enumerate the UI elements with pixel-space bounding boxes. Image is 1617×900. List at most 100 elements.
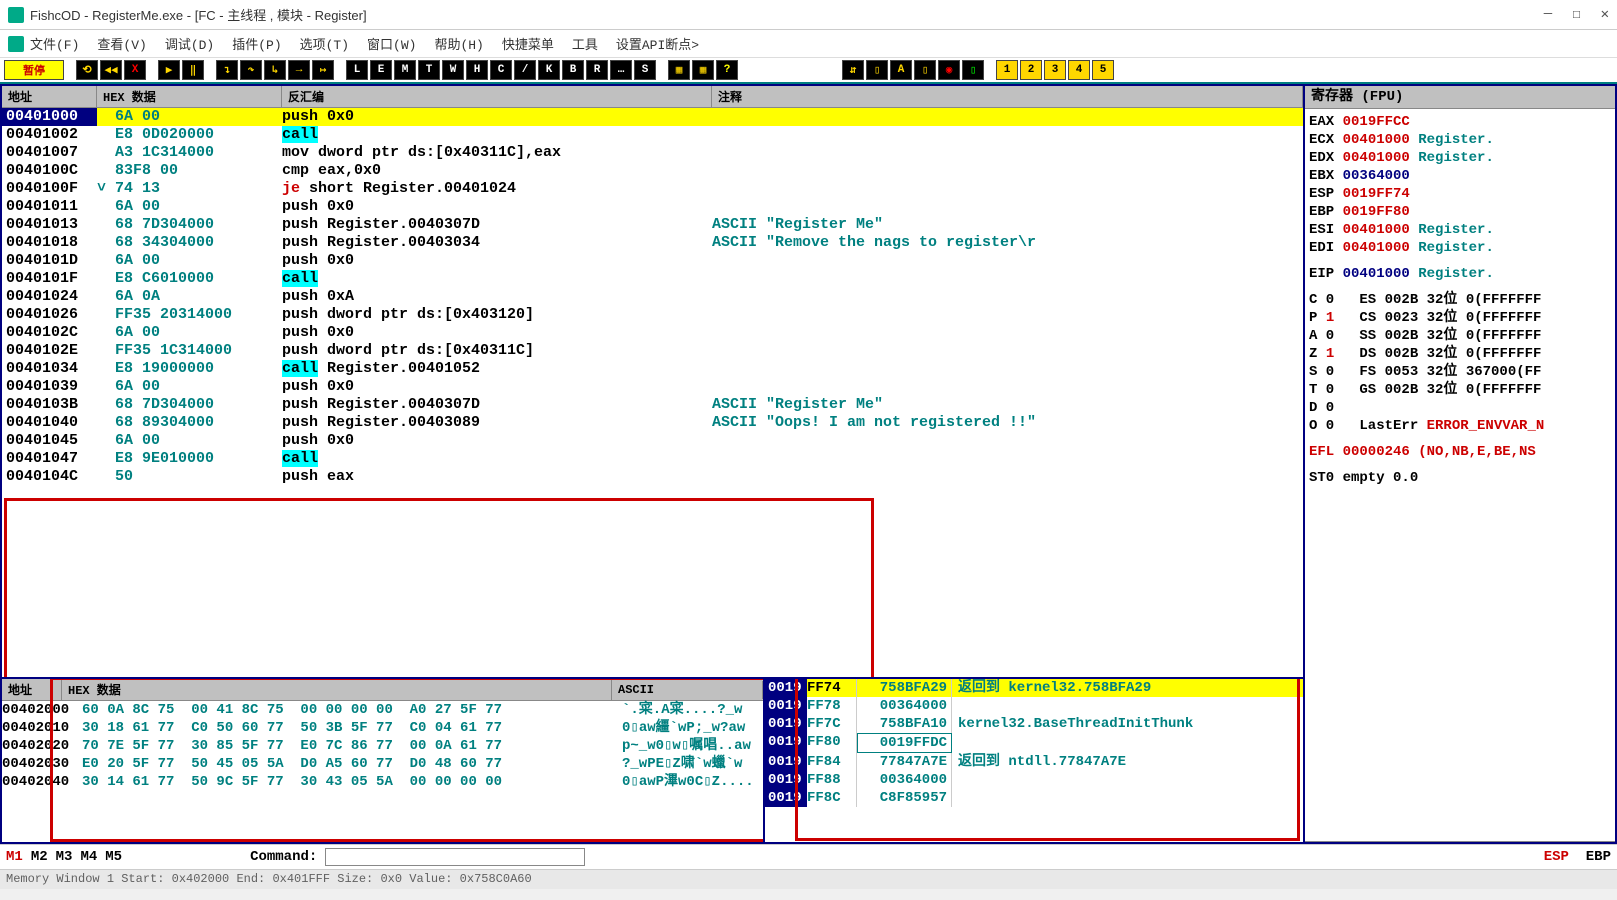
grid2-button[interactable]: ▦	[692, 60, 714, 80]
dump-row[interactable]: 0040200060 0A 8C 75 00 41 8C 75 00 00 00…	[2, 701, 763, 719]
menu-view[interactable]: 查看(V)	[97, 34, 146, 53]
step-back-button[interactable]: ◀◀	[100, 60, 122, 80]
menu-options[interactable]: 选项(T)	[300, 34, 349, 53]
disasm-row[interactable]: 0040100F˅ 74 13je short Register.0040102…	[2, 180, 1303, 198]
menu-debug[interactable]: 调试(D)	[165, 34, 214, 53]
disasm-row[interactable]: 0040100C 83F8 00cmp eax,0x0	[2, 162, 1303, 180]
disasm-row[interactable]: 00401024 6A 0Apush 0xA	[2, 288, 1303, 306]
restart-button[interactable]: ⟲	[76, 60, 98, 80]
opt1-button[interactable]: ⇵	[842, 60, 864, 80]
disasm-row[interactable]: 00401047 E8 9E010000call	[2, 450, 1303, 468]
opt4-button[interactable]: ▯	[914, 60, 936, 80]
stack-row[interactable]: 0019FF74758BFA29返回到 kernel32.758BFA29	[765, 679, 1303, 697]
disasm-row[interactable]: 0040102C 6A 00push 0x0	[2, 324, 1303, 342]
dump-rows[interactable]: 0040200060 0A 8C 75 00 41 8C 75 00 00 00…	[2, 701, 763, 791]
dump-col-ascii[interactable]: ASCII	[612, 681, 763, 699]
m5-tab[interactable]: M5	[105, 849, 122, 865]
disasm-row[interactable]: 00401034 E8 19000000call Register.004010…	[2, 360, 1303, 378]
stack-row[interactable]: 0019FF7800364000	[765, 697, 1303, 715]
n1-button[interactable]: 1	[996, 60, 1018, 80]
n3-button[interactable]: 3	[1044, 60, 1066, 80]
disasm-row[interactable]: 0040101D 6A 00push 0x0	[2, 252, 1303, 270]
step-over-button[interactable]: ↷	[240, 60, 262, 80]
ellipsis-button[interactable]: …	[610, 60, 632, 80]
pause2-button[interactable]: ‖	[182, 60, 204, 80]
grid1-button[interactable]: ▦	[668, 60, 690, 80]
close-x-button[interactable]: X	[124, 60, 146, 80]
stack-row[interactable]: 0019FF8477847A7E返回到 ntdll.77847A7E	[765, 753, 1303, 771]
trace-button[interactable]: ↦	[312, 60, 334, 80]
opt3-button[interactable]: A	[890, 60, 912, 80]
disasm-row[interactable]: 00401039 6A 00push 0x0	[2, 378, 1303, 396]
m4-tab[interactable]: M4	[80, 849, 97, 865]
col-addr[interactable]: 地址	[2, 86, 97, 107]
disasm-row[interactable]: 00401018 68 34304000push Register.004030…	[2, 234, 1303, 252]
dump-col-addr[interactable]: 地址	[2, 679, 62, 700]
disasm-row[interactable]: 00401011 6A 00push 0x0	[2, 198, 1303, 216]
r-button[interactable]: R	[586, 60, 608, 80]
step-out-button[interactable]: ↳	[264, 60, 286, 80]
c-button[interactable]: C	[490, 60, 512, 80]
n4-button[interactable]: 4	[1068, 60, 1090, 80]
minimize-button[interactable]: —	[1544, 6, 1552, 23]
s-button[interactable]: S	[634, 60, 656, 80]
disasm-row[interactable]: 00401026 FF35 20314000push dword ptr ds:…	[2, 306, 1303, 324]
n5-button[interactable]: 5	[1092, 60, 1114, 80]
dump-row[interactable]: 0040204030 14 61 77 50 9C 5F 77 30 43 05…	[2, 773, 763, 791]
opt5-button[interactable]: ◉	[938, 60, 960, 80]
w-button[interactable]: W	[442, 60, 464, 80]
stack-pane[interactable]: 0019FF74758BFA29返回到 kernel32.758BFA29001…	[763, 679, 1303, 842]
disasm-row[interactable]: 0040103B 68 7D304000push Register.004030…	[2, 396, 1303, 414]
pause-button[interactable]: 暂停	[4, 60, 64, 80]
disasm-row[interactable]: 00401040 68 89304000push Register.004030…	[2, 414, 1303, 432]
h-button[interactable]: H	[466, 60, 488, 80]
col-disasm[interactable]: 反汇编	[282, 86, 712, 107]
disasm-row[interactable]: 00401013 68 7D304000push Register.004030…	[2, 216, 1303, 234]
stack-row[interactable]: 0019FF7C758BFA10kernel32.BaseThreadInitT…	[765, 715, 1303, 733]
opt6-button[interactable]: ▯	[962, 60, 984, 80]
disasm-row[interactable]: 00401007 A3 1C314000mov dword ptr ds:[0x…	[2, 144, 1303, 162]
esp-ebp-label[interactable]: ESP EBP	[1544, 849, 1611, 865]
dump-col-hex[interactable]: HEX 数据	[62, 679, 612, 700]
dump-row[interactable]: 0040201030 18 61 77 C0 50 60 77 50 3B 5F…	[2, 719, 763, 737]
col-hex[interactable]: HEX 数据	[97, 86, 282, 107]
l-button[interactable]: L	[346, 60, 368, 80]
m-button[interactable]: M	[394, 60, 416, 80]
disasm-row[interactable]: 0040104C 50push eax	[2, 468, 1303, 486]
close-button[interactable]: ✕	[1601, 6, 1609, 23]
m1-tab[interactable]: M1	[6, 849, 23, 865]
menu-help[interactable]: 帮助(H)	[434, 34, 483, 53]
dump-pane[interactable]: 地址 HEX 数据 ASCII 0040200060 0A 8C 75 00 4…	[2, 679, 763, 842]
run-to-button[interactable]: →	[288, 60, 310, 80]
run-button[interactable]: ▶	[158, 60, 180, 80]
dump-row[interactable]: 0040202070 7E 5F 77 30 85 5F 77 E0 7C 86…	[2, 737, 763, 755]
disasm-row[interactable]: 0040102E FF35 1C314000push dword ptr ds:…	[2, 342, 1303, 360]
t-button[interactable]: T	[418, 60, 440, 80]
b-button[interactable]: B	[562, 60, 584, 80]
e-button[interactable]: E	[370, 60, 392, 80]
registers-view[interactable]: 寄存器 (FPU) EAX 0019FFCC ECX 00401000 Regi…	[1305, 86, 1615, 842]
menu-plugins[interactable]: 插件(P)	[232, 34, 281, 53]
disasm-row[interactable]: 0040101F E8 C6010000call	[2, 270, 1303, 288]
opt2-button[interactable]: ▯	[866, 60, 888, 80]
help-button[interactable]: ?	[716, 60, 738, 80]
col-comment[interactable]: 注释	[712, 86, 1303, 107]
n2-button[interactable]: 2	[1020, 60, 1042, 80]
menu-tools[interactable]: 工具	[572, 34, 598, 53]
stack-row[interactable]: 0019FF800019FFDC	[765, 733, 1303, 753]
menu-api[interactable]: 设置API断点>	[616, 34, 699, 53]
dump-row[interactable]: 00402030E0 20 5F 77 50 45 05 5A D0 A5 60…	[2, 755, 763, 773]
slash-button[interactable]: /	[514, 60, 536, 80]
k-button[interactable]: K	[538, 60, 560, 80]
disasm-row[interactable]: 00401045 6A 00push 0x0	[2, 432, 1303, 450]
maximize-button[interactable]: ☐	[1572, 6, 1580, 23]
menu-window[interactable]: 窗口(W)	[367, 34, 416, 53]
m2-tab[interactable]: M2	[31, 849, 48, 865]
step-into-button[interactable]: ↴	[216, 60, 238, 80]
menu-quick[interactable]: 快捷菜单	[502, 34, 554, 53]
disasm-row[interactable]: 00401002 E8 0D020000call	[2, 126, 1303, 144]
stack-row[interactable]: 0019FF8CC8F85957	[765, 789, 1303, 807]
disasm-view[interactable]: 00401000 6A 00push 0x000401002 E8 0D0200…	[2, 108, 1303, 677]
command-input[interactable]	[325, 848, 585, 866]
stack-row[interactable]: 0019FF8800364000	[765, 771, 1303, 789]
